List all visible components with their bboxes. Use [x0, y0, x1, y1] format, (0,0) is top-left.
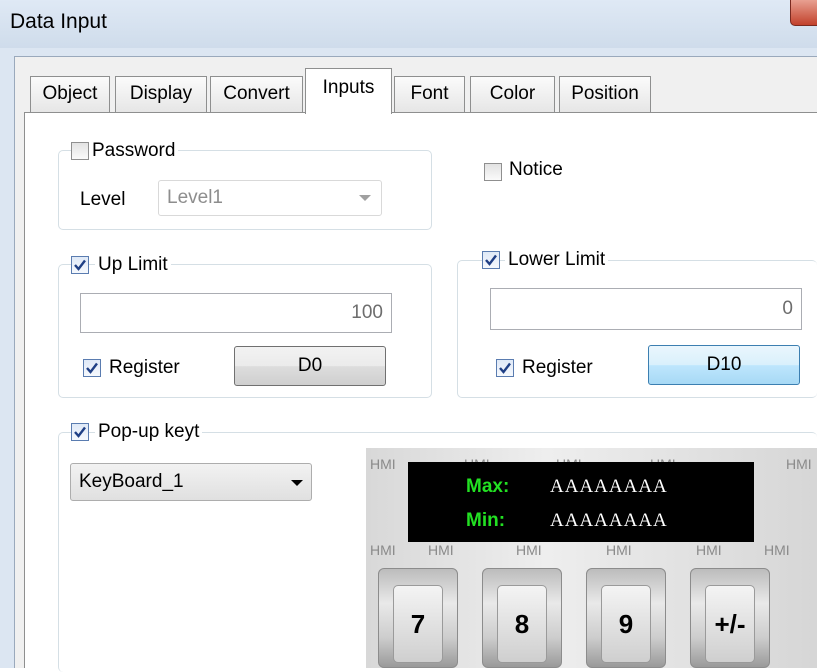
- tab-object[interactable]: Object: [30, 76, 110, 112]
- check-icon: [74, 259, 86, 271]
- key-8-label: 8: [497, 585, 547, 663]
- lower-limit-address-button[interactable]: D10: [648, 345, 800, 385]
- tab-convert[interactable]: Convert: [210, 76, 303, 112]
- password-label: Password: [89, 140, 179, 162]
- lower-limit-register-label: Register: [522, 357, 593, 378]
- hmi-watermark: HMI: [764, 542, 790, 558]
- notice-checkbox[interactable]: [484, 163, 502, 181]
- tab-display[interactable]: Display: [115, 76, 207, 112]
- lower-limit-label: Lower Limit: [505, 249, 609, 271]
- keyboard-select-value: KeyBoard_1: [79, 471, 184, 492]
- notice-label: Notice: [509, 159, 563, 180]
- hmi-watermark: HMI: [370, 542, 396, 558]
- lower-limit-checkbox[interactable]: [482, 251, 500, 269]
- title-bar: [0, 0, 817, 48]
- check-icon: [499, 362, 511, 374]
- password-checkbox[interactable]: [71, 142, 89, 160]
- up-limit-checkbox[interactable]: [71, 256, 89, 274]
- up-limit-input[interactable]: 100: [80, 293, 392, 333]
- up-limit-register-label: Register: [109, 357, 180, 378]
- up-limit-address-button[interactable]: D0: [234, 346, 386, 386]
- check-icon: [86, 362, 98, 374]
- key-7: 7: [378, 568, 458, 668]
- tab-position[interactable]: Position: [559, 76, 651, 112]
- key-9-label: 9: [601, 585, 651, 663]
- hmi-watermark: HMI: [428, 542, 454, 558]
- hmi-watermark: HMI: [516, 542, 542, 558]
- window-title: Data Input: [10, 10, 107, 33]
- tab-color[interactable]: Color: [470, 76, 555, 112]
- max-label: Max:: [466, 476, 510, 497]
- chevron-down-icon: [291, 480, 303, 486]
- level-label: Level: [80, 189, 126, 210]
- lower-limit-input[interactable]: 0: [490, 288, 802, 330]
- hmi-watermark: HMI: [696, 542, 722, 558]
- tab-font[interactable]: Font: [394, 76, 465, 112]
- check-icon: [485, 254, 497, 266]
- max-value: AAAAAAAA: [550, 476, 668, 497]
- check-icon: [74, 426, 86, 438]
- lower-limit-register-checkbox[interactable]: [496, 359, 514, 377]
- up-limit-register-checkbox[interactable]: [83, 359, 101, 377]
- key-7-label: 7: [393, 585, 443, 663]
- hmi-watermark: HMI: [606, 542, 632, 558]
- min-label: Min:: [466, 510, 506, 531]
- key-plus-minus: +/-: [690, 568, 770, 668]
- level-select-value: Level1: [167, 187, 223, 208]
- chevron-down-icon: [359, 195, 371, 201]
- hmi-watermark: HMI: [786, 456, 812, 472]
- key-9: 9: [586, 568, 666, 668]
- key-plus-minus-label: +/-: [705, 585, 755, 663]
- min-value: AAAAAAAA: [550, 510, 668, 531]
- popup-keyboard-checkbox[interactable]: [71, 423, 89, 441]
- hmi-watermark: HMI: [370, 456, 396, 472]
- up-limit-label: Up Limit: [95, 254, 171, 276]
- popup-keyboard-label: Pop-up keyt: [95, 421, 203, 443]
- keyboard-select[interactable]: KeyBoard_1: [70, 463, 312, 501]
- tab-inputs[interactable]: Inputs: [305, 68, 392, 114]
- close-button[interactable]: [790, 0, 817, 26]
- key-8: 8: [482, 568, 562, 668]
- level-select[interactable]: Level1: [158, 180, 382, 216]
